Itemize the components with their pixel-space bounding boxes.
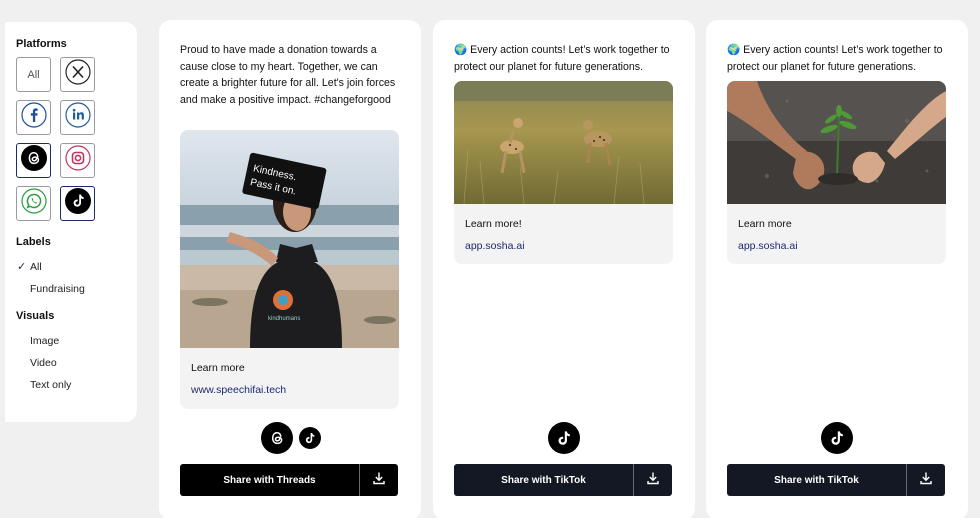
platform-instagram-button[interactable] bbox=[60, 143, 95, 178]
post-caption: Proud to have made a donation towards a … bbox=[180, 44, 396, 106]
tiktok-icon bbox=[548, 422, 580, 454]
download-button[interactable] bbox=[633, 464, 672, 496]
download-button[interactable] bbox=[359, 464, 398, 496]
post-caption: 🌍 Every action counts! Let’s work togeth… bbox=[727, 44, 943, 73]
platform-icons bbox=[548, 422, 580, 454]
filter-sidebar: Platforms All Labels ✓ All Fundraising V… bbox=[5, 22, 137, 422]
platform-linkedin-button[interactable] bbox=[60, 100, 95, 135]
preview-link[interactable]: app.sosha.ai bbox=[465, 240, 525, 252]
platform-whatsapp-button[interactable] bbox=[16, 186, 51, 221]
share-bar: Share with TikTok bbox=[454, 464, 672, 496]
share-with-tiktok-button[interactable]: Share with TikTok bbox=[727, 464, 906, 496]
share-with-threads-button[interactable]: Share with Threads bbox=[180, 464, 359, 496]
labels-heading: Labels bbox=[16, 236, 51, 248]
visual-option-image[interactable]: Image bbox=[16, 330, 137, 352]
preview-link[interactable]: www.speechifai.tech bbox=[191, 384, 286, 396]
platform-all-label: All bbox=[27, 68, 40, 81]
platform-icons bbox=[261, 422, 321, 454]
download-icon bbox=[919, 471, 933, 490]
post-image bbox=[727, 81, 946, 204]
visual-option-text: Video bbox=[30, 357, 57, 369]
share-bar: Share with Threads bbox=[180, 464, 398, 496]
platform-all-button[interactable]: All bbox=[16, 57, 51, 92]
platform-facebook-button[interactable] bbox=[16, 100, 51, 135]
post-card: 🌍 Every action counts! Let’s work togeth… bbox=[433, 20, 695, 518]
whatsapp-icon bbox=[20, 188, 47, 219]
instagram-icon bbox=[64, 145, 91, 176]
platform-threads-button[interactable] bbox=[16, 143, 51, 178]
share-with-tiktok-button[interactable]: Share with TikTok bbox=[454, 464, 633, 496]
download-button[interactable] bbox=[906, 464, 945, 496]
post-card: 🌍 Every action counts! Let’s work togeth… bbox=[706, 20, 968, 518]
x-logo-icon bbox=[64, 59, 91, 90]
label-option-all[interactable]: ✓ All bbox=[16, 256, 137, 278]
label-option-fundraising[interactable]: Fundraising bbox=[16, 278, 137, 300]
link-preview[interactable]: Learn more! app.sosha.ai bbox=[454, 81, 673, 264]
facebook-icon bbox=[20, 102, 47, 133]
download-icon bbox=[646, 471, 660, 490]
tiktok-icon bbox=[64, 187, 92, 220]
label-option-text: All bbox=[30, 261, 42, 273]
platform-tiktok-button[interactable] bbox=[60, 186, 95, 221]
post-image: kindhumans Kindness. Pass it on. bbox=[180, 130, 399, 348]
linkedin-icon bbox=[64, 102, 91, 133]
labels-list: ✓ All Fundraising bbox=[16, 256, 137, 300]
platform-grid: All bbox=[16, 57, 137, 221]
post-caption: 🌍 Every action counts! Let’s work togeth… bbox=[454, 44, 670, 73]
preview-learn-more[interactable]: Learn more bbox=[738, 218, 792, 230]
visuals-heading: Visuals bbox=[16, 310, 55, 322]
link-preview[interactable]: kindhumans Kindness. Pass it on. Learn m… bbox=[180, 130, 399, 409]
preview-link[interactable]: app.sosha.ai bbox=[738, 240, 798, 252]
platform-icons bbox=[821, 422, 853, 454]
shirt-logo-text: kindhumans bbox=[268, 316, 300, 322]
preview-learn-more[interactable]: Learn more! bbox=[465, 218, 522, 230]
label-option-text: Fundraising bbox=[30, 283, 85, 295]
post-card: Proud to have made a donation towards a … bbox=[159, 20, 421, 518]
checkmark-icon: ✓ bbox=[17, 261, 27, 273]
tiktok-icon bbox=[821, 422, 853, 454]
platforms-heading: Platforms bbox=[16, 38, 67, 50]
share-bar: Share with TikTok bbox=[727, 464, 945, 496]
post-image bbox=[454, 81, 673, 204]
download-icon bbox=[372, 471, 386, 490]
visual-option-video[interactable]: Video bbox=[16, 352, 137, 374]
platform-x-button[interactable] bbox=[60, 57, 95, 92]
visual-option-text: Text only bbox=[30, 379, 72, 391]
tiktok-icon bbox=[299, 427, 321, 449]
visual-option-text: Image bbox=[30, 335, 60, 347]
visual-option-text-only[interactable]: Text only bbox=[16, 374, 137, 396]
preview-learn-more[interactable]: Learn more bbox=[191, 362, 245, 374]
threads-icon bbox=[261, 422, 293, 454]
threads-icon bbox=[20, 144, 48, 177]
visuals-list: Image Video Text only bbox=[16, 330, 137, 396]
link-preview[interactable]: Learn more app.sosha.ai bbox=[727, 81, 946, 264]
